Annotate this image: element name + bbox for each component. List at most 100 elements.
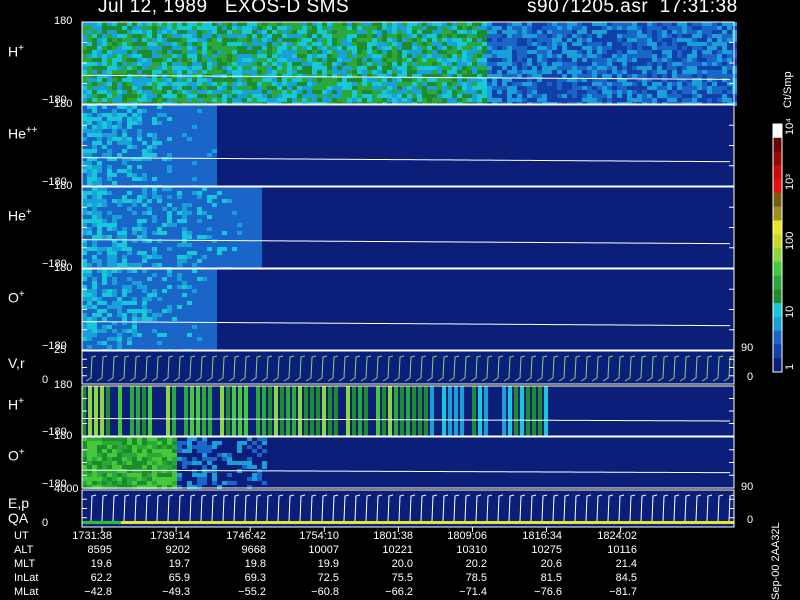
spectrogram-cell [172,337,177,341]
spectrogram-cell [127,313,132,317]
spectrogram-cell [642,54,647,58]
spectrogram-cell [212,141,217,145]
spectrogram-cell [257,90,262,94]
spectrogram-cell [82,341,87,345]
spectrogram-cell [182,263,187,267]
spectrogram-cell [132,477,137,481]
spectrogram-cell [102,305,107,309]
spectrogram-cell [407,46,412,50]
spectrogram-cell [97,149,102,153]
spectrogram-cell [447,54,452,58]
spectrogram-cell [112,477,117,481]
spectrogram-cell [597,30,602,34]
spectrogram-cell [377,50,382,54]
spectrogram-cell [332,26,337,30]
spectrogram-cell [157,277,162,281]
spectrogram-cell [167,269,172,273]
spectrogram-cell [152,215,157,219]
spectrogram-cell [282,38,287,42]
spectrogram-cell [362,66,367,70]
spectrogram-cell [87,227,92,231]
spectrogram-cell [147,38,152,42]
spectrogram-cell [82,50,87,54]
spectrogram-cell [672,90,677,94]
spectrogram-cell [652,26,657,30]
spectrogram-cell [702,30,707,34]
spectrogram-cell [297,46,302,50]
spectrogram-cell [712,54,717,58]
spectrogram-cell [102,481,107,485]
spectrogram-cell [417,62,422,66]
spectrogram-cell [302,30,307,34]
spectrogram-cell [227,227,232,231]
spectrogram-cell [667,98,672,102]
spectrogram-cell [167,235,172,239]
spectrogram-cell [167,259,172,263]
spectrogram-cell [717,42,722,46]
spectrogram-cell [362,54,367,58]
spectrogram-cell [387,90,392,94]
spectrogram-cell [197,191,202,195]
spectrogram-cell [212,30,217,34]
spectrogram-cell [722,38,727,42]
spectrogram-cell [252,38,257,42]
spectrogram-cell [352,42,357,46]
spectrogram-cell [242,30,247,34]
spectrogram-cell [112,199,117,203]
spectrogram-cell [352,30,357,34]
spectrogram-cell [552,62,557,66]
spectrogram-cell [207,137,212,141]
spectrogram-cell [597,82,602,86]
spectrogram-cell [622,94,627,98]
spectrogram-cell [307,86,312,90]
spectrogram-cell [112,173,117,177]
spectrogram-cell [552,90,557,94]
spectrogram-cell [192,227,197,231]
spectrogram-cell [217,22,222,26]
spectrogram-cell [152,82,157,86]
spectrogram-cell [192,181,197,185]
spectrogram-cell [182,231,187,235]
spectrogram-cell [147,173,152,177]
spectrogram-cell [267,70,272,74]
spectrogram-cell [452,66,457,70]
spectrogram-cell [82,26,87,30]
spectrogram-cell [157,78,162,82]
spectrogram-cell [537,94,542,98]
spectrogram-cell [357,86,362,90]
spectrogram-cell [112,255,117,259]
spectrogram-cell [452,78,457,82]
spectrogram-cell [177,98,182,102]
spectrogram-cell [122,289,127,293]
spectrogram-cell [197,269,202,273]
spectrogram-cell [512,94,517,98]
spectrogram-cell [547,26,552,30]
spectrogram-cell [442,30,447,34]
spectrogram-cell [272,78,277,82]
spectrogram-cell [287,70,292,74]
spectrogram-cell [167,297,172,301]
spectrogram-cell [142,277,147,281]
spectrogram-cell [137,445,142,449]
spectrogram-cell [107,113,112,117]
spectrogram-cell [492,86,497,90]
spectrogram-cell [97,58,102,62]
spectrogram-cell [327,34,332,38]
spectrogram-cell [92,345,97,349]
spectrogram-cell [422,94,427,98]
spectrogram-cell [227,195,232,199]
spectrogram-cell [622,42,627,46]
spectrogram-cell [107,86,112,90]
spectrogram-cell [127,247,132,251]
spectrogram-cell [182,98,187,102]
spectrogram-cell [597,58,602,62]
spectrogram-cell [402,38,407,42]
spectrogram-cell [312,90,317,94]
spectrogram-cell [182,86,187,90]
spectrogram-cell [102,309,107,313]
spectrogram-cell [167,211,172,215]
spectrogram-cell [107,473,112,477]
spectrogram-cell [117,231,122,235]
spectrogram-cell [537,58,542,62]
spectrogram-cell [267,94,272,98]
